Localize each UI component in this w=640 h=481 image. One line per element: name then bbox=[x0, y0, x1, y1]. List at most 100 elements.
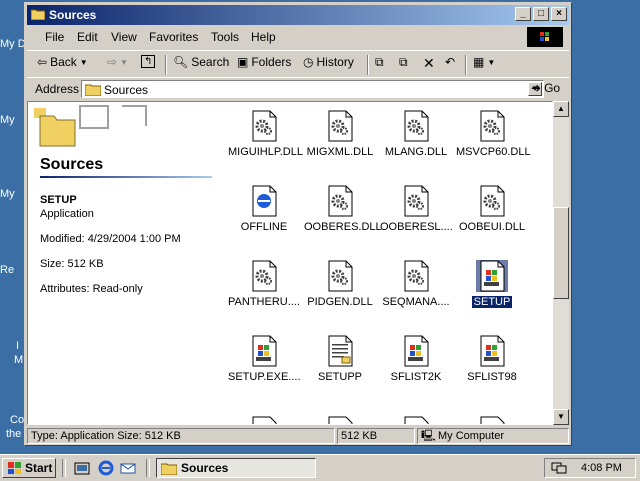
minimize-button[interactable]: _ bbox=[515, 7, 531, 21]
file-item[interactable]: PANTHERU.... bbox=[226, 260, 302, 308]
html-ie-icon bbox=[248, 185, 280, 217]
scroll-thumb[interactable] bbox=[553, 207, 569, 299]
file-item[interactable]: MSVCP60.DLL bbox=[454, 110, 531, 158]
desktop-label-msn[interactable]: M bbox=[14, 354, 23, 366]
up-folder-button[interactable]: ↰ bbox=[141, 55, 156, 68]
file-item[interactable]: SFLIST2K bbox=[378, 335, 454, 383]
file-item[interactable]: MLANG.DLL bbox=[378, 110, 454, 158]
menu-favorites[interactable]: Favorites bbox=[149, 30, 198, 44]
copy-to-icon: ⧉ bbox=[399, 55, 408, 69]
clock[interactable]: 4:08 PM bbox=[581, 462, 622, 474]
maximize-button[interactable]: □ bbox=[533, 7, 549, 21]
delete-x-icon: ✕ bbox=[423, 55, 435, 71]
move-to-button[interactable]: ⧉ bbox=[375, 55, 384, 70]
folder-view: Sources SETUP Application Modified: 4/29… bbox=[27, 101, 553, 425]
file-item[interactable]: OOBERESL.... bbox=[378, 185, 454, 233]
desktop-label-my-computer[interactable]: My bbox=[0, 114, 15, 126]
menu-tools[interactable]: Tools bbox=[211, 30, 239, 44]
copy-to-button[interactable]: ⧉ bbox=[399, 55, 408, 70]
address-input[interactable]: Sources ▼ bbox=[81, 80, 544, 98]
file-list: MIGUIHLP.DLL MIGXML.DLL MLANG.DLL MSVCP60.D… bbox=[226, 102, 546, 424]
back-button[interactable]: ⇦ Back ▼ bbox=[37, 55, 88, 69]
file-name: OOBEUI.DLL bbox=[458, 221, 526, 233]
selected-file-size: Size: 512 KB bbox=[40, 258, 104, 270]
internet-explorer-icon[interactable] bbox=[98, 460, 114, 476]
file-item[interactable]: MIGUIHLP.DLL bbox=[226, 110, 303, 158]
file-name: SETUPP bbox=[317, 371, 362, 383]
go-button[interactable]: ➜ Go bbox=[531, 81, 560, 95]
folders-button[interactable]: ▣ Folders bbox=[237, 55, 291, 69]
desktop-label-connect[interactable]: Co bbox=[10, 414, 24, 426]
history-button[interactable]: ◷ History bbox=[303, 55, 354, 69]
network-icon[interactable] bbox=[551, 461, 567, 475]
status-zone-label: My Computer bbox=[438, 430, 505, 442]
file-name: MIGUIHLP.DLL bbox=[228, 146, 303, 158]
outlook-express-icon[interactable] bbox=[120, 460, 136, 476]
desktop-label-internet-explorer[interactable]: I bbox=[16, 340, 19, 352]
dll-gear-icon bbox=[324, 260, 356, 292]
go-arrow-icon: ➜ bbox=[531, 81, 542, 95]
undo-icon: ↶ bbox=[445, 55, 456, 69]
search-button[interactable]: 🔍︎ Search bbox=[173, 55, 229, 69]
file-item[interactable]: SFLIST98 bbox=[454, 335, 530, 383]
taskbar: Start Sources 4:08 PM bbox=[0, 454, 640, 481]
file-item-partial[interactable] bbox=[378, 416, 454, 424]
file-name: SEQMANA.... bbox=[382, 296, 450, 308]
file-item-partial[interactable] bbox=[454, 416, 530, 424]
file-item[interactable]: SEQMANA.... bbox=[378, 260, 454, 308]
forward-arrow-icon: ⇨ bbox=[107, 55, 118, 69]
vertical-scrollbar[interactable]: ▲ ▼ bbox=[553, 101, 569, 425]
menu-help[interactable]: Help bbox=[251, 30, 276, 44]
file-item[interactable]: OFFLINE bbox=[226, 185, 302, 233]
file-item[interactable]: SETUPP bbox=[302, 335, 378, 383]
windows-logo-icon bbox=[527, 27, 563, 47]
setup-exe-icon bbox=[400, 335, 432, 367]
menu-file[interactable]: File bbox=[45, 30, 64, 44]
file-item[interactable]: OOBERES.DLL bbox=[302, 185, 382, 233]
menu-bar: File Edit View Favorites Tools Help bbox=[27, 27, 569, 47]
search-label: Search bbox=[191, 55, 230, 69]
title-bar[interactable]: Sources _ □ × bbox=[27, 5, 569, 25]
taskbar-button-sources[interactable]: Sources bbox=[156, 458, 316, 478]
delete-button[interactable]: ✕ bbox=[423, 55, 435, 72]
selected-file-modified: Modified: 4/29/2004 1:00 PM bbox=[40, 233, 181, 245]
file-name: MSVCP60.DLL bbox=[456, 146, 531, 158]
setup-exe-icon bbox=[476, 335, 508, 367]
go-label: Go bbox=[544, 81, 561, 95]
views-button[interactable]: ▦ ▼ bbox=[473, 55, 495, 69]
menu-edit[interactable]: Edit bbox=[77, 30, 98, 44]
toolbar-separator bbox=[465, 55, 467, 75]
toolbar-separator bbox=[165, 55, 167, 75]
file-name: OFFLINE bbox=[240, 221, 288, 233]
dll-gear-icon bbox=[400, 185, 432, 217]
dll-gear-icon bbox=[400, 260, 432, 292]
standard-toolbar: ⇦ Back ▼ ⇨ ▼ ↰ 🔍︎ Search ▣ Folders ◷ His… bbox=[27, 50, 569, 77]
menu-view[interactable]: View bbox=[111, 30, 137, 44]
file-item[interactable]: OOBEUI.DLL bbox=[454, 185, 530, 233]
windows-flag-icon bbox=[8, 462, 21, 474]
file-item[interactable]: SETUP.EXE.... bbox=[226, 335, 302, 383]
scroll-up-button[interactable]: ▲ bbox=[553, 101, 569, 117]
forward-button[interactable]: ⇨ ▼ bbox=[107, 55, 128, 69]
file-name: SFLIST98 bbox=[467, 371, 517, 383]
file-item[interactable]: MIGXML.DLL bbox=[302, 110, 378, 158]
show-desktop-icon[interactable] bbox=[74, 460, 90, 476]
undo-button[interactable]: ↶ bbox=[445, 55, 455, 69]
file-item[interactable]: SETUP bbox=[454, 260, 530, 308]
back-label: Back bbox=[50, 55, 77, 69]
desktop-label-my-documents[interactable]: My D bbox=[0, 38, 26, 50]
scroll-down-button[interactable]: ▼ bbox=[553, 409, 569, 425]
file-icon bbox=[476, 416, 508, 424]
file-icon bbox=[400, 416, 432, 424]
close-button[interactable]: × bbox=[551, 7, 567, 21]
start-button[interactable]: Start bbox=[2, 458, 56, 478]
desktop-label-my-network[interactable]: My bbox=[0, 188, 15, 200]
file-item-partial[interactable] bbox=[226, 416, 302, 424]
chevron-down-icon: ▼ bbox=[79, 57, 88, 67]
file-item[interactable]: PIDGEN.DLL bbox=[302, 260, 378, 308]
desktop-label-the[interactable]: the bbox=[6, 428, 21, 440]
file-item-partial[interactable] bbox=[302, 416, 378, 424]
up-folder-icon: ↰ bbox=[141, 55, 156, 68]
desktop-label-recycle-bin[interactable]: Re bbox=[0, 264, 14, 276]
status-bar: Type: Application Size: 512 KB 512 KB 🖳︎… bbox=[27, 427, 569, 445]
